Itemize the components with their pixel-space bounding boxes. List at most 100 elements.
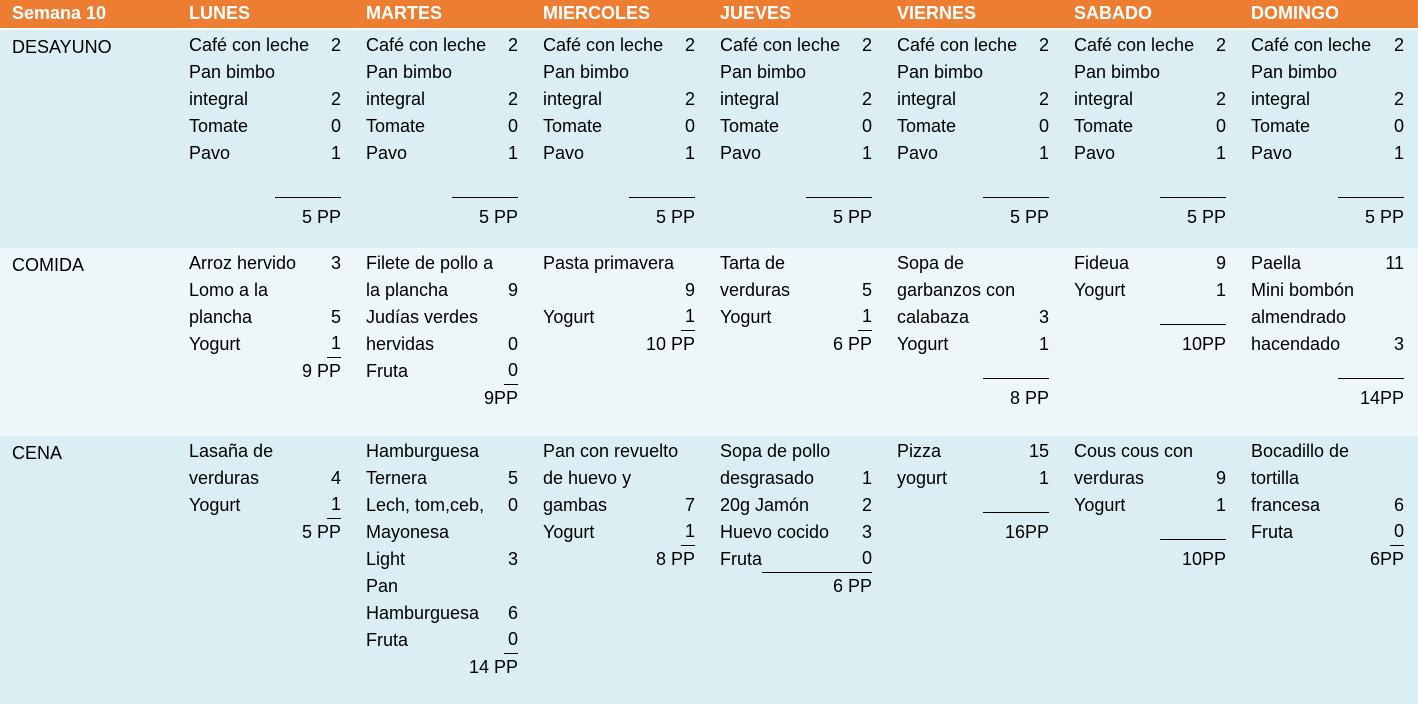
food-name: la plancha <box>366 280 449 300</box>
food-points: 7 <box>684 495 695 515</box>
food-item: Arroz hervido 3 <box>189 250 341 277</box>
food-name: Café con leche <box>897 35 1018 55</box>
day-header-miercoles[interactable]: MIERCOLES <box>542 0 719 28</box>
cell-domingo[interactable]: Café con leche 2 Pan bimbo integral 2 Tomate 0… <box>1250 30 1418 248</box>
food-item: Yogurt 1 <box>720 304 872 331</box>
food-name: Yogurt <box>189 495 241 515</box>
food-item: Café con leche 2 <box>543 32 695 59</box>
food-name: Café con leche <box>543 35 664 55</box>
cell-sabado[interactable]: Cous cous con verduras 9 Yogurt 1 10PP <box>1073 436 1250 704</box>
total-points: 9PP <box>483 388 518 408</box>
divider-line <box>275 177 341 198</box>
food-name: Tomate <box>189 116 249 136</box>
food-item: Pavo 1 <box>1074 140 1226 167</box>
total-points: 5 PP <box>832 207 872 227</box>
food-item: Mayonesa <box>366 519 518 546</box>
food-points: 2 <box>1038 89 1049 109</box>
food-name: Pan bimbo <box>543 62 630 82</box>
divider-line <box>1160 519 1226 540</box>
cell-martes[interactable]: Filete de pollo a la plancha 9 Judías verde… <box>365 248 542 436</box>
food-name: Filete de pollo a <box>366 253 494 273</box>
food-item: Café con leche 2 <box>189 32 341 59</box>
food-points: 2 <box>330 35 341 55</box>
meal-label-text: COMIDA <box>12 255 84 275</box>
food-item: Paella 11 <box>1251 250 1404 277</box>
food-name: verduras <box>189 468 260 488</box>
cell-miercoles[interactable]: Café con leche 2 Pan bimbo integral 2 Tomate 0… <box>542 30 719 248</box>
day-header-domingo[interactable]: DOMINGO <box>1250 0 1418 28</box>
day-header-lunes[interactable]: LUNES <box>188 0 365 28</box>
divider-line <box>1338 358 1404 379</box>
food-points <box>1390 277 1404 304</box>
food-item: Fruta 0 <box>366 627 518 654</box>
cell-miercoles[interactable]: Pasta primavera 9 Yogurt 1 10 PP <box>542 248 719 436</box>
food-name: Mayonesa <box>366 522 450 542</box>
day-header-martes[interactable]: MARTES <box>365 0 542 28</box>
food-name: integral <box>720 89 780 109</box>
cell-sabado[interactable]: Fideua 9 Yogurt 1 10PP <box>1073 248 1250 436</box>
food-item: Fruta 0 <box>720 546 872 573</box>
meal-row-comida: COMIDA Arroz hervido 3 Lomo a la plancha 5 Yog… <box>0 248 1418 436</box>
total-divider <box>366 177 518 204</box>
food-name: Yogurt <box>543 307 595 327</box>
day-header-sabado[interactable]: SABADO <box>1073 0 1250 28</box>
cell-martes[interactable]: Café con leche 2 Pan bimbo integral 2 Tomate 0… <box>365 30 542 248</box>
food-points: 2 <box>1215 35 1226 55</box>
meal-label[interactable]: COMIDA <box>0 248 188 436</box>
total-divider <box>189 177 341 204</box>
total-points: 5 PP <box>478 207 518 227</box>
food-name: Tarta de <box>720 253 786 273</box>
cell-viernes[interactable]: Pizza 15 yogurt 1 16PP <box>896 436 1073 704</box>
cell-domingo[interactable]: Bocadillo de tortilla francesa 6 Fruta 0 6PP <box>1250 436 1418 704</box>
cell-jueves[interactable]: Sopa de pollo desgrasado 1 20g Jamón 2 Huevo … <box>719 436 896 704</box>
food-item: Sopa de <box>897 250 1049 277</box>
food-item: Pavo 1 <box>366 140 518 167</box>
total-points: 14PP <box>1359 388 1404 408</box>
food-name: Fruta <box>720 549 763 569</box>
food-item: Yogurt 1 <box>189 331 341 358</box>
cell-sabado[interactable]: Café con leche 2 Pan bimbo integral 2 Tomate 0… <box>1073 30 1250 248</box>
meal-plan-table: Semana 10 LUNES MARTES MIERCOLES JUEVES … <box>0 0 1418 704</box>
food-name: Fruta <box>366 361 409 381</box>
food-points: 1 <box>1393 143 1404 163</box>
day-header-jueves[interactable]: JUEVES <box>719 0 896 28</box>
divider-line <box>1338 177 1404 198</box>
food-item: calabaza 3 <box>897 304 1049 331</box>
cell-miercoles[interactable]: Pan con revuelto de huevo y gambas 7 Yogurt 1… <box>542 436 719 704</box>
cell-lunes[interactable]: Lasaña de verduras 4 Yogurt 1 5 PP <box>188 436 365 704</box>
food-name: Ternera <box>366 468 428 488</box>
cell-martes[interactable]: Hamburguesa Ternera 5 Lech, tom,ceb, 0 Mayone… <box>365 436 542 704</box>
food-item: integral 2 <box>1251 86 1404 113</box>
divider-line <box>983 358 1049 379</box>
food-name: desgrasado <box>720 468 815 488</box>
cell-viernes[interactable]: Sopa de garbanzos con calabaza 3 Yogurt 1 8 PP <box>896 248 1073 436</box>
meal-label[interactable]: CENA <box>0 436 188 704</box>
meal-label[interactable]: DESAYUNO <box>0 30 188 248</box>
food-item: Tarta de <box>720 250 872 277</box>
food-points <box>1390 304 1404 331</box>
food-points <box>504 438 518 465</box>
food-name: Tomate <box>1074 116 1134 136</box>
cell-lunes[interactable]: Arroz hervido 3 Lomo a la plancha 5 Yogurt 1 9 … <box>188 248 365 436</box>
cell-viernes[interactable]: Café con leche 2 Pan bimbo integral 2 Tomate 0… <box>896 30 1073 248</box>
food-points: 9 <box>1215 253 1226 273</box>
divider-line <box>1160 304 1226 325</box>
food-points: 1 <box>684 143 695 163</box>
week-label[interactable]: Semana 10 <box>0 0 188 28</box>
food-name: Pan bimbo <box>720 62 807 82</box>
food-name: Pavo <box>189 143 231 163</box>
cell-domingo[interactable]: Paella 11 Mini bombón almendrado hacendado 3 1… <box>1250 248 1418 436</box>
cell-jueves[interactable]: Tarta de verduras 5 Yogurt 1 6 PP <box>719 248 896 436</box>
food-name: Pavo <box>1074 143 1116 163</box>
food-name: Tomate <box>897 116 957 136</box>
cell-lunes[interactable]: Café con leche 2 Pan bimbo integral 2 Tomate 0… <box>188 30 365 248</box>
food-name: Cous cous con <box>1074 441 1194 461</box>
day-header-viernes[interactable]: VIERNES <box>896 0 1073 28</box>
food-points: 11 <box>1385 253 1404 273</box>
food-name: Café con leche <box>720 35 841 55</box>
food-item: Filete de pollo a <box>366 250 518 277</box>
food-name: Pizza <box>897 441 942 461</box>
food-item: Café con leche 2 <box>1074 32 1226 59</box>
cell-jueves[interactable]: Café con leche 2 Pan bimbo integral 2 Tomate 0… <box>719 30 896 248</box>
food-name: Café con leche <box>189 35 310 55</box>
